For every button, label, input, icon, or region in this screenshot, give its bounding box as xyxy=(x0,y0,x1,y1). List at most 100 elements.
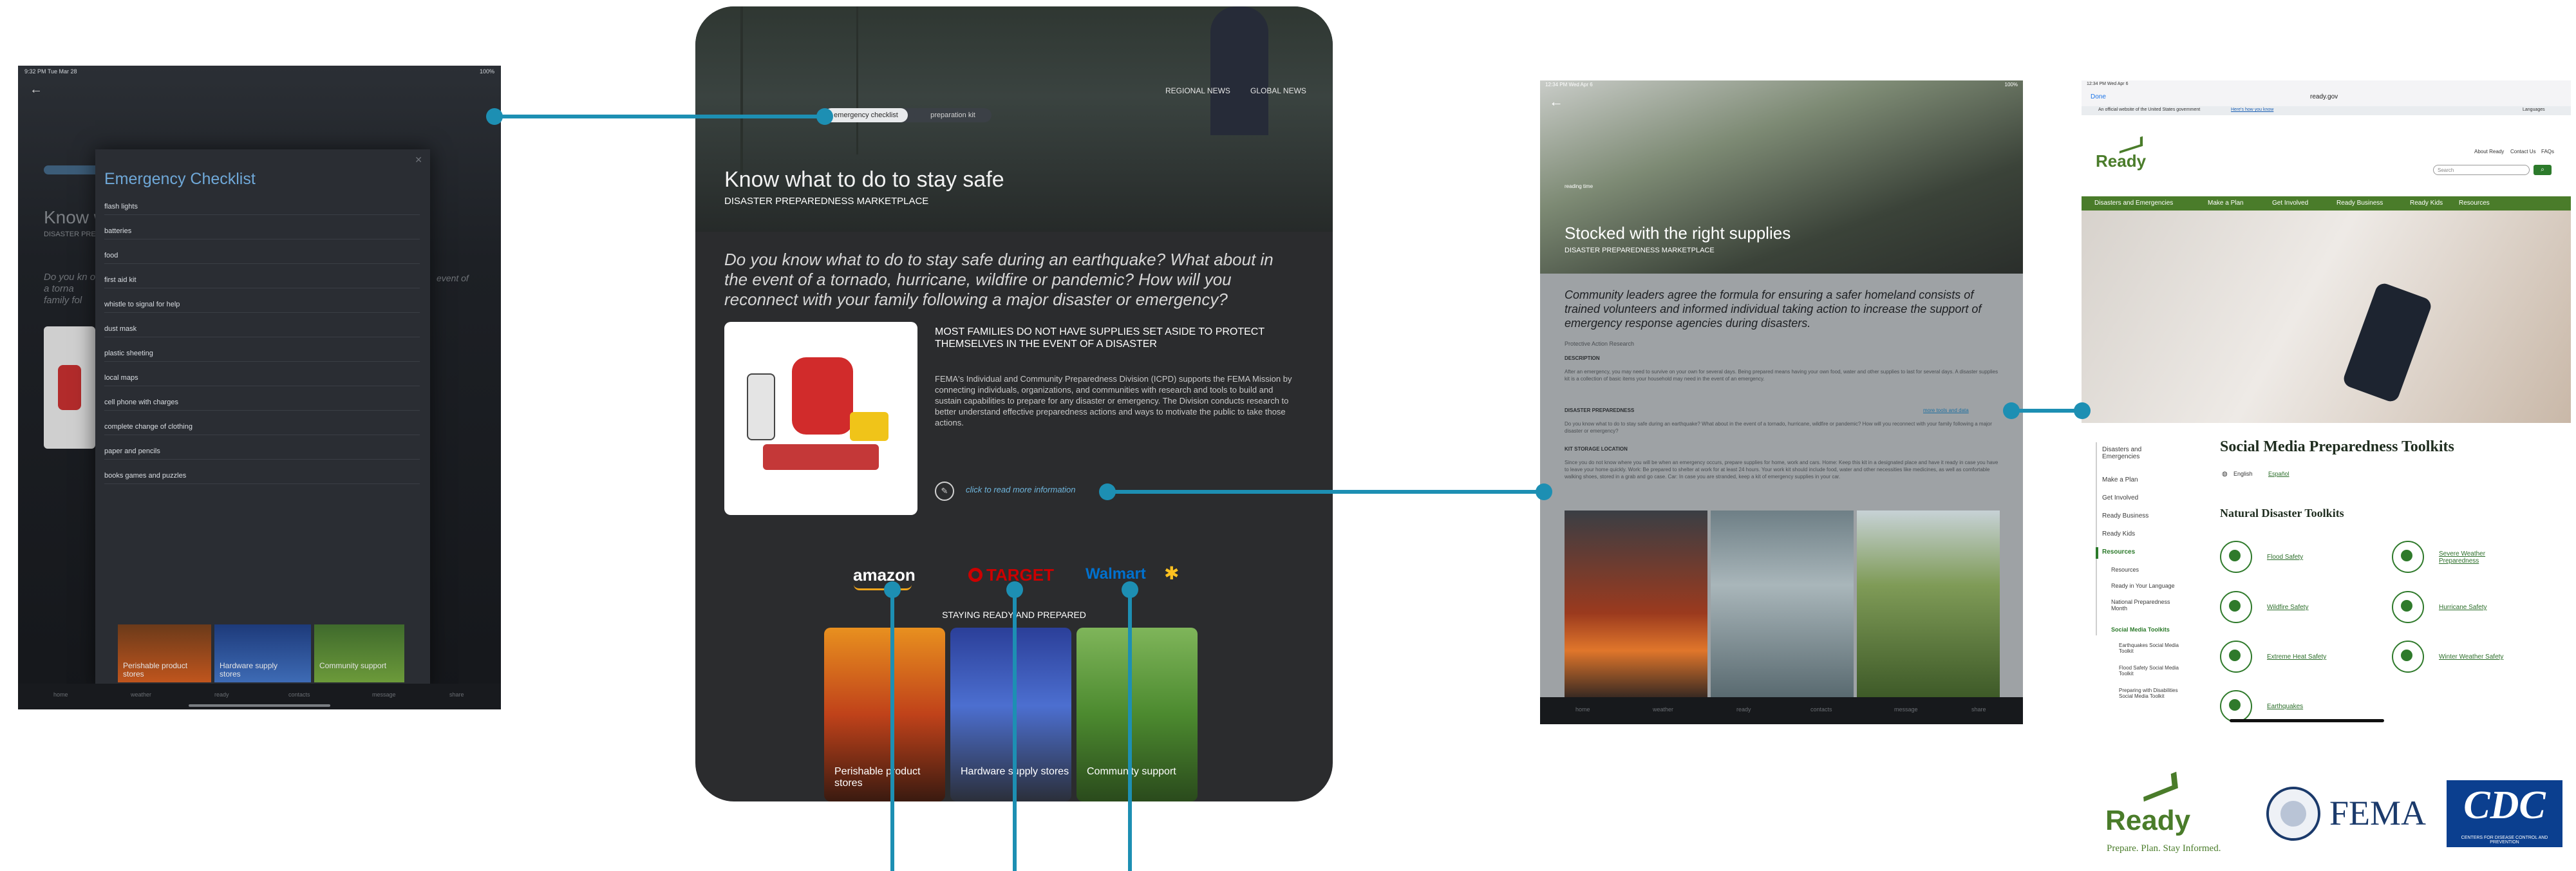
checklist-item[interactable]: first aid kit xyxy=(104,276,420,288)
severe-weather-icon[interactable] xyxy=(2392,541,2424,573)
checklist-item[interactable]: batteries xyxy=(104,227,420,239)
bottom-tab-bar: home weather ready contacts message shar… xyxy=(18,684,501,709)
global-news-link[interactable]: GLOBAL NEWS xyxy=(1250,86,1306,95)
backpack-shape xyxy=(792,357,853,435)
toolkit-hurricane-safety[interactable]: Hurricane Safety xyxy=(2439,604,2487,611)
sidebar-subitem-active[interactable]: Social Media Toolkits xyxy=(2111,626,2170,633)
sidebar-rule xyxy=(2096,442,2097,635)
language-english[interactable]: English xyxy=(2233,471,2253,477)
about-ready-link[interactable]: About Ready xyxy=(2474,149,2504,155)
connector-dot xyxy=(1099,483,1116,500)
extreme-heat-icon[interactable] xyxy=(2220,641,2252,673)
back-arrow-icon[interactable]: ← xyxy=(1549,93,1563,110)
sidebar-item-resources[interactable]: Resources xyxy=(2102,548,2135,556)
connector-dot xyxy=(816,108,833,125)
done-button[interactable]: Done xyxy=(2091,93,2106,100)
close-icon[interactable]: ✕ xyxy=(415,155,422,165)
regional-news-link[interactable]: REGIONAL NEWS xyxy=(1165,86,1230,95)
tile-perishable-stores[interactable]: Perishable product stores xyxy=(824,628,945,801)
checklist-item[interactable]: local maps xyxy=(104,374,420,386)
toolkit-winter-weather-safety[interactable]: Winter Weather Safety xyxy=(2439,653,2503,660)
sidebar-subitem[interactable]: National Preparedness Month xyxy=(2111,599,2182,612)
nav-ready-business[interactable]: Ready Business xyxy=(2336,200,2383,207)
section-storage-heading: KIT STORAGE LOCATION xyxy=(1565,446,1628,452)
tab-home[interactable]: home xyxy=(1575,706,1590,713)
checklist-item[interactable]: dust mask xyxy=(104,325,420,337)
tab-message[interactable]: message xyxy=(372,691,396,698)
walmart-logo[interactable]: Walmart xyxy=(1086,565,1146,583)
tab-share[interactable]: share xyxy=(1971,706,1986,713)
ready-logo[interactable]: Ready xyxy=(2096,151,2146,171)
sidebar-item-ready-kids[interactable]: Ready Kids xyxy=(2102,530,2135,538)
nav-make-a-plan[interactable]: Make a Plan xyxy=(2208,200,2244,207)
sidebar-item-get-involved[interactable]: Get Involved xyxy=(2102,494,2138,501)
tile-community-support[interactable]: Community support xyxy=(1076,628,1198,801)
language-select[interactable]: Languages xyxy=(2523,108,2545,112)
toolkit-wildfire-safety[interactable]: Wildfire Safety xyxy=(2267,604,2308,611)
checklist-item[interactable]: paper and pencils xyxy=(104,447,420,460)
search-input[interactable]: Search xyxy=(2433,165,2530,175)
tab-ready[interactable]: ready xyxy=(214,691,229,698)
sidebar-subitem[interactable]: Preparing with Disabilities Social Media… xyxy=(2119,688,2183,699)
home-indicator xyxy=(2230,719,2384,722)
target-logo[interactable]: TARGET xyxy=(986,565,1054,585)
earthquake-icon[interactable] xyxy=(2220,690,2252,722)
checklist-item[interactable]: whistle to signal for help xyxy=(104,301,420,313)
nav-resources[interactable]: Resources xyxy=(2459,200,2490,207)
search-icon[interactable]: ⌕ xyxy=(2534,165,2552,175)
toolkit-flood-safety[interactable]: Flood Safety xyxy=(2267,554,2303,561)
checklist-item[interactable]: flash lights xyxy=(104,203,420,215)
back-arrow-icon[interactable]: ← xyxy=(30,82,42,97)
flood-icon[interactable] xyxy=(2220,541,2252,573)
connector-dot xyxy=(1122,581,1138,598)
tab-home[interactable]: home xyxy=(53,691,68,698)
page-title: Social Media Preparedness Toolkits xyxy=(2220,438,2454,455)
sidebar-subitem[interactable]: Earthquakes Social Media Toolkit xyxy=(2119,642,2183,654)
tab-contacts[interactable]: contacts xyxy=(288,691,310,698)
faqs-link[interactable]: FAQs xyxy=(2541,149,2554,155)
toolkit-extreme-heat-safety[interactable]: Extreme Heat Safety xyxy=(2267,653,2326,660)
contact-us-link[interactable]: Contact Us xyxy=(2510,149,2536,155)
nav-disasters[interactable]: Disasters and Emergencies xyxy=(2094,200,2173,207)
article-title: Stocked with the right supplies xyxy=(1565,223,1791,243)
tab-ready[interactable]: ready xyxy=(1736,706,1751,713)
sidebar-subitem[interactable]: Ready in Your Language xyxy=(2111,583,2175,589)
tab-weather[interactable]: weather xyxy=(1653,706,1673,713)
nav-ready-kids[interactable]: Ready Kids xyxy=(2410,200,2443,207)
winter-weather-icon[interactable] xyxy=(2392,641,2424,673)
sidebar-item-make-a-plan[interactable]: Make a Plan xyxy=(2102,476,2138,483)
wildfire-icon[interactable] xyxy=(2220,591,2252,623)
amazon-logo[interactable]: amazon xyxy=(853,565,916,585)
checklist-item[interactable]: cell phone with charges xyxy=(104,398,420,411)
tab-weather[interactable]: weather xyxy=(131,691,151,698)
emergency-kit-image xyxy=(724,322,917,515)
checklist-item[interactable]: food xyxy=(104,252,420,264)
toolkit-earthquakes[interactable]: Earthquakes xyxy=(2267,703,2303,710)
sidebar-item-ready-business[interactable]: Ready Business xyxy=(2102,512,2148,520)
checklist-item[interactable]: books games and puzzles xyxy=(104,472,420,484)
language-espanol[interactable]: Español xyxy=(2268,471,2289,477)
hurricane-icon[interactable] xyxy=(2392,591,2424,623)
url-field[interactable]: ready.gov xyxy=(2310,93,2338,100)
checklist-item[interactable]: plastic sheeting xyxy=(104,350,420,362)
tile-hardware-stores[interactable]: Hardware supply stores xyxy=(950,628,1071,801)
pencil-icon[interactable]: ✎ xyxy=(935,482,954,501)
tab-share[interactable]: share xyxy=(449,691,464,698)
checklist-item[interactable]: complete change of clothing xyxy=(104,423,420,435)
sidebar-subitem[interactable]: Resources xyxy=(2111,567,2139,573)
toolkit-severe-weather[interactable]: Severe Weather Preparedness xyxy=(2439,550,2503,565)
sidebar-subitem[interactable]: Flood Safety Social Media Toolkit xyxy=(2119,665,2183,677)
tab-message[interactable]: message xyxy=(1894,706,1918,713)
palm-hero-image: 12:34 PM Wed Apr 6 100% ← reading time S… xyxy=(1540,80,2023,274)
tab-emergency-checklist[interactable]: emergency checklist xyxy=(824,108,908,122)
connector-dot xyxy=(1536,483,1552,500)
read-more-link[interactable]: click to read more information xyxy=(966,485,1076,494)
nav-get-involved[interactable]: Get Involved xyxy=(2272,200,2308,207)
bg-tile-community: Community support xyxy=(314,624,404,682)
sidebar-item-disasters[interactable]: Disasters and Emergencies xyxy=(2102,446,2160,460)
more-tools-link[interactable]: more tools and data xyxy=(1923,407,1969,413)
tab-preparation-kit[interactable]: preparation kit xyxy=(914,108,992,122)
gov-banner-link[interactable]: Here's how you know xyxy=(2231,108,2273,112)
browser-toolbar: 12:34 PM Wed Apr 6 Done ready.gov xyxy=(2082,80,2571,106)
tab-contacts[interactable]: contacts xyxy=(1810,706,1832,713)
